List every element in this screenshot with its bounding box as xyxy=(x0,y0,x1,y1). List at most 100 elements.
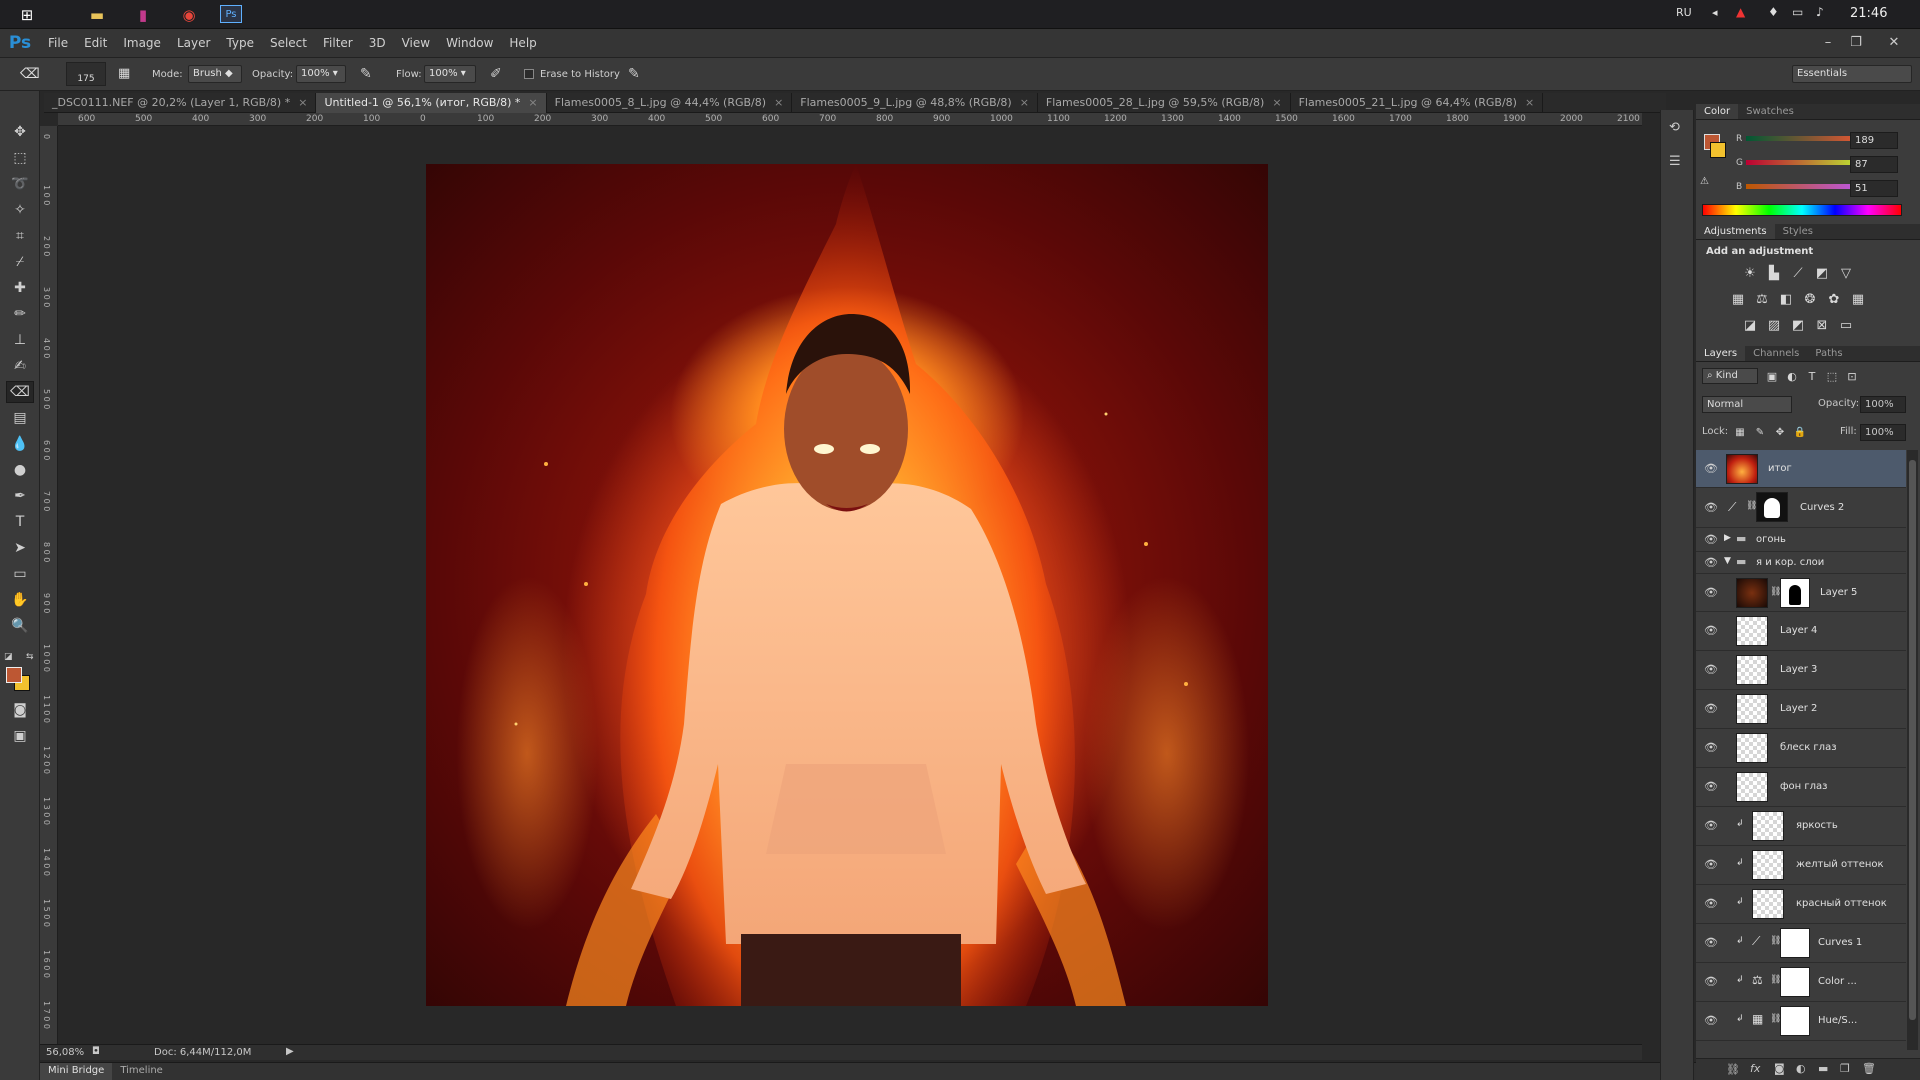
lock-position-icon[interactable]: ✥ xyxy=(1770,423,1790,441)
layer-row-blesk-glaz[interactable]: 👁 блеск глаз xyxy=(1696,729,1906,768)
color-spectrum-bar[interactable] xyxy=(1702,204,1902,216)
quick-mask-icon[interactable]: ◙ xyxy=(6,699,34,721)
vibrance-icon[interactable]: ▽ xyxy=(1836,264,1856,282)
tab-swatches[interactable]: Swatches xyxy=(1738,104,1802,119)
layer-row-layer-3[interactable]: 👁 Layer 3 xyxy=(1696,651,1906,690)
visibility-eye-icon[interactable]: 👁 xyxy=(1704,586,1718,599)
horizontal-ruler[interactable]: 600 500 400 300 200 100 0 100 200 300 400 500 600 700… xyxy=(58,113,1642,126)
workspace-select[interactable]: Essentials xyxy=(1792,65,1912,83)
airbrush-icon[interactable]: ✐ xyxy=(490,66,502,82)
black-white-icon[interactable]: ◧ xyxy=(1776,290,1796,308)
properties-panel-icon[interactable]: ☰ xyxy=(1669,154,1681,169)
layer-row-curves-1[interactable]: 👁 ↲ ⟋ ⛓ Curves 1 xyxy=(1696,924,1906,963)
invert-icon[interactable]: ◪ xyxy=(1740,316,1760,334)
swap-colors-icon[interactable]: ⇆ xyxy=(26,652,34,662)
link-layers-icon[interactable]: ⛓ xyxy=(1726,1063,1740,1076)
screen-mode-icon[interactable]: ▣ xyxy=(6,725,34,747)
close-tab-icon[interactable]: × xyxy=(774,96,783,113)
menu-edit[interactable]: Edit xyxy=(76,36,115,50)
crop-tool-icon[interactable]: ⌗ xyxy=(6,225,34,247)
drop-icon[interactable]: ♦ xyxy=(1768,5,1779,19)
speaker-left-icon[interactable]: ◂ xyxy=(1712,6,1718,19)
layer-name[interactable]: Layer 4 xyxy=(1780,625,1817,636)
layer-name[interactable]: Layer 5 xyxy=(1820,587,1857,598)
gradient-map-icon[interactable]: ▭ xyxy=(1836,316,1856,334)
visibility-eye-icon[interactable]: 👁 xyxy=(1704,556,1718,569)
layer-row-hue-saturation[interactable]: 👁 ↲ ▦ ⛓ Hue/S... xyxy=(1696,1002,1906,1041)
tab-paths[interactable]: Paths xyxy=(1807,346,1850,361)
language-indicator[interactable]: RU xyxy=(1676,6,1692,19)
tab-color[interactable]: Color xyxy=(1696,104,1739,119)
menu-select[interactable]: Select xyxy=(262,36,315,50)
status-menu-arrow-icon[interactable]: ▶ xyxy=(286,1046,294,1057)
mask-thumbnail[interactable] xyxy=(1780,967,1810,997)
layers-scrollbar[interactable] xyxy=(1907,450,1918,1050)
layer-row-yarkost[interactable]: 👁 ↲ яркость xyxy=(1696,807,1906,846)
blend-mode-select[interactable]: Normal xyxy=(1702,396,1792,413)
foreground-color-swatch[interactable] xyxy=(6,667,22,683)
visibility-eye-icon[interactable]: 👁 xyxy=(1704,819,1718,832)
new-adjustment-layer-icon[interactable]: ◐ xyxy=(1796,1062,1806,1075)
layer-name[interactable]: Curves 1 xyxy=(1818,937,1862,948)
layer-row-layer-5[interactable]: 👁 ⛓ Layer 5 xyxy=(1696,574,1906,612)
filter-pixel-icon[interactable]: ▣ xyxy=(1762,367,1782,385)
layer-name[interactable]: красный оттенок xyxy=(1796,898,1887,909)
file-explorer-icon[interactable]: ▬ xyxy=(82,3,112,26)
opacity-input[interactable]: 100% ▾ xyxy=(296,65,346,83)
vertical-ruler[interactable]: 0 1 0 0 2 0 0 3 0 0 4 0 0 5 0 0 6 0 0 7 0 0 8 0 … xyxy=(40,126,58,1044)
layer-row-krasnyi[interactable]: 👁 ↲ красный оттенок xyxy=(1696,885,1906,924)
collapse-group-icon[interactable]: ▼ xyxy=(1724,556,1731,566)
blur-tool-icon[interactable]: 💧 xyxy=(6,433,34,455)
layer-name[interactable]: я и кор. слои xyxy=(1756,557,1824,568)
tab-dsc0111[interactable]: _DSC0111.NEF @ 20,2% (Layer 1, RGB/8) * × xyxy=(44,93,317,113)
quick-selection-tool-icon[interactable]: ✧ xyxy=(6,199,34,221)
visibility-eye-icon[interactable]: 👁 xyxy=(1704,741,1718,754)
close-tab-icon[interactable]: × xyxy=(1272,96,1281,113)
visibility-eye-icon[interactable]: 👁 xyxy=(1704,780,1718,793)
menu-3d[interactable]: 3D xyxy=(361,36,394,50)
move-tool-icon[interactable]: ✥ xyxy=(6,121,34,143)
mask-thumbnail[interactable] xyxy=(1780,928,1810,958)
blue-slider[interactable]: B 51 xyxy=(1700,180,1916,198)
visibility-eye-icon[interactable]: 👁 xyxy=(1704,936,1718,949)
layer-name[interactable]: итог xyxy=(1768,463,1792,474)
layer-name[interactable]: Hue/S... xyxy=(1818,1015,1857,1026)
layer-name[interactable]: Color ... xyxy=(1818,976,1857,987)
proof-icon[interactable]: ◘ xyxy=(92,1046,100,1057)
eraser-tool-icon[interactable]: ⌫ xyxy=(6,381,34,403)
minimize-icon[interactable]: – xyxy=(1816,32,1840,52)
layer-name[interactable]: Curves 2 xyxy=(1800,502,1844,513)
rectangle-tool-icon[interactable]: ▭ xyxy=(6,563,34,585)
network-icon[interactable]: ▭ xyxy=(1792,5,1803,19)
erase-to-history-checkbox[interactable] xyxy=(524,69,534,79)
exposure-icon[interactable]: ◩ xyxy=(1812,264,1832,282)
close-tab-icon[interactable]: × xyxy=(528,96,537,113)
tab-channels[interactable]: Channels xyxy=(1745,346,1807,361)
windows-icon[interactable]: ⊞ xyxy=(12,3,42,26)
levels-icon[interactable]: ▙ xyxy=(1764,264,1784,282)
fx-icon[interactable]: fx xyxy=(1750,1062,1760,1075)
lock-transparent-icon[interactable]: ▦ xyxy=(1730,423,1750,441)
default-colors-icon[interactable]: ◪ xyxy=(4,652,13,662)
curves-icon[interactable]: ⟋ xyxy=(1788,264,1808,282)
visibility-eye-icon[interactable]: 👁 xyxy=(1704,702,1718,715)
volume-icon[interactable]: ♪ xyxy=(1816,5,1824,19)
filter-type-icon[interactable]: T xyxy=(1802,367,1822,385)
hand-tool-icon[interactable]: ✋ xyxy=(6,589,34,611)
visibility-eye-icon[interactable]: 👁 xyxy=(1704,533,1718,546)
visibility-eye-icon[interactable]: 👁 xyxy=(1704,462,1718,475)
menu-window[interactable]: Window xyxy=(438,36,501,50)
visibility-eye-icon[interactable]: 👁 xyxy=(1704,858,1718,871)
menu-help[interactable]: Help xyxy=(501,36,544,50)
filter-shape-icon[interactable]: ⬚ xyxy=(1822,367,1842,385)
pen-tool-icon[interactable]: ✒ xyxy=(6,485,34,507)
color-balance-icon[interactable]: ⚖ xyxy=(1752,290,1772,308)
visibility-eye-icon[interactable]: 👁 xyxy=(1704,501,1718,514)
layer-name[interactable]: желтый оттенок xyxy=(1796,859,1884,870)
new-layer-icon[interactable]: ❐ xyxy=(1840,1062,1850,1075)
history-brush-tool-icon[interactable]: ✍ xyxy=(6,355,34,377)
clock[interactable]: 21:46 xyxy=(1850,6,1887,21)
history-panel-icon[interactable]: ⟲ xyxy=(1669,120,1680,135)
menu-view[interactable]: View xyxy=(394,36,438,50)
red-slider[interactable]: R 189 xyxy=(1700,132,1916,150)
